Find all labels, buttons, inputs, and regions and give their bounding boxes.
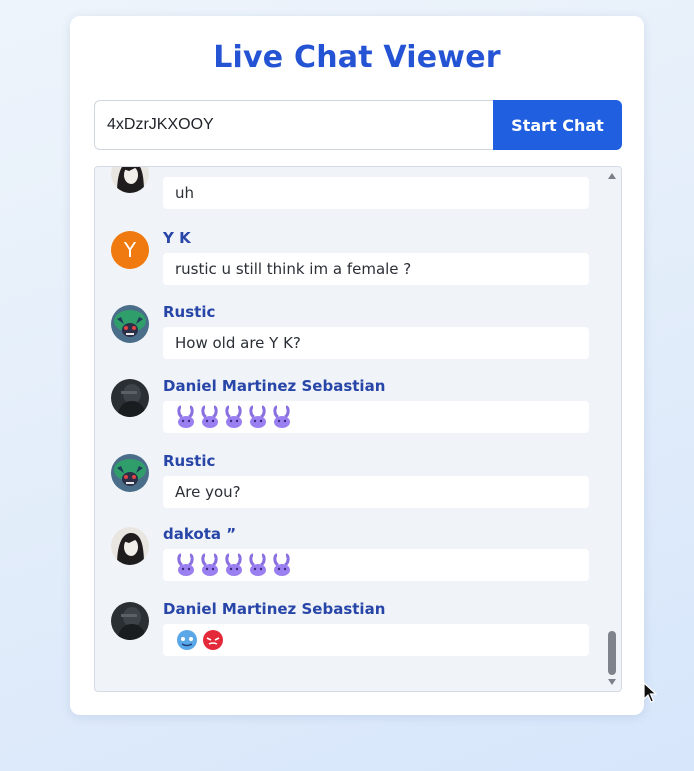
bunny-emoji-icon — [225, 553, 242, 576]
page-title: Live Chat Viewer — [213, 40, 501, 75]
avatar-initial: Y — [111, 231, 149, 269]
list-item: Y Y K rustic u still think im a female ? — [111, 229, 589, 297]
blue-face-emoji-icon — [177, 630, 197, 650]
bunny-emoji-icon — [201, 405, 218, 428]
chat-id-form: Start Chat — [94, 100, 622, 150]
dark-hair-avatar — [111, 527, 149, 565]
list-item: dakota uh — [111, 167, 589, 221]
message-author: dakota ” — [163, 525, 237, 543]
list-item: dakota ” — [111, 525, 589, 593]
bunny-emoji-icon — [225, 405, 242, 428]
scroll-up-arrow-icon[interactable] — [608, 173, 616, 179]
chat-viewer-card: Live Chat Viewer Start Chat dakota uh — [70, 16, 644, 715]
bunny-emoji-icon — [177, 553, 194, 576]
bunny-emoji-icon — [177, 405, 194, 428]
message-author: dakota — [163, 167, 221, 171]
message-author: Rustic — [163, 452, 216, 470]
list-item: Rustic Are you? — [111, 452, 589, 520]
green-creature-avatar — [111, 305, 149, 343]
message-emojis — [163, 549, 589, 581]
scrollbar-thumb[interactable] — [608, 631, 616, 675]
chat-id-input[interactable] — [94, 100, 493, 150]
list-item: Daniel Martinez Sebastian — [111, 377, 589, 445]
message-text: How old are Y K? — [163, 327, 589, 359]
bunny-emoji-icon — [273, 405, 290, 428]
message-author: Daniel Martinez Sebastian — [163, 600, 386, 618]
message-author: Daniel Martinez Sebastian — [163, 377, 386, 395]
bunny-emoji-icon — [273, 553, 290, 576]
dark-portrait-avatar — [111, 379, 149, 417]
dark-hair-avatar — [111, 167, 149, 193]
chat-messages-panel[interactable]: dakota uh Y Y K rustic u still think im … — [94, 166, 622, 692]
red-face-emoji-icon — [203, 630, 223, 650]
dark-portrait-avatar — [111, 602, 149, 640]
message-author: Rustic — [163, 303, 216, 321]
message-emojis — [163, 401, 589, 433]
start-chat-button[interactable]: Start Chat — [493, 100, 622, 150]
message-text: uh — [163, 177, 589, 209]
mouse-cursor-icon — [643, 682, 657, 703]
message-text: Are you? — [163, 476, 589, 508]
letter-y-avatar: Y — [111, 231, 149, 269]
bunny-emoji-icon — [249, 405, 266, 428]
green-creature-avatar — [111, 454, 149, 492]
scroll-down-arrow-icon[interactable] — [608, 679, 616, 685]
bunny-emoji-icon — [201, 553, 218, 576]
message-list: dakota uh Y Y K rustic u still think im … — [95, 167, 603, 691]
message-emojis — [163, 624, 589, 656]
message-author: Y K — [163, 229, 191, 247]
list-item: Daniel Martinez Sebastian — [111, 600, 589, 668]
bunny-emoji-icon — [249, 553, 266, 576]
vertical-scrollbar[interactable] — [603, 167, 621, 691]
list-item: Rustic How old are Y K? — [111, 303, 589, 371]
message-text: rustic u still think im a female ? — [163, 253, 589, 285]
